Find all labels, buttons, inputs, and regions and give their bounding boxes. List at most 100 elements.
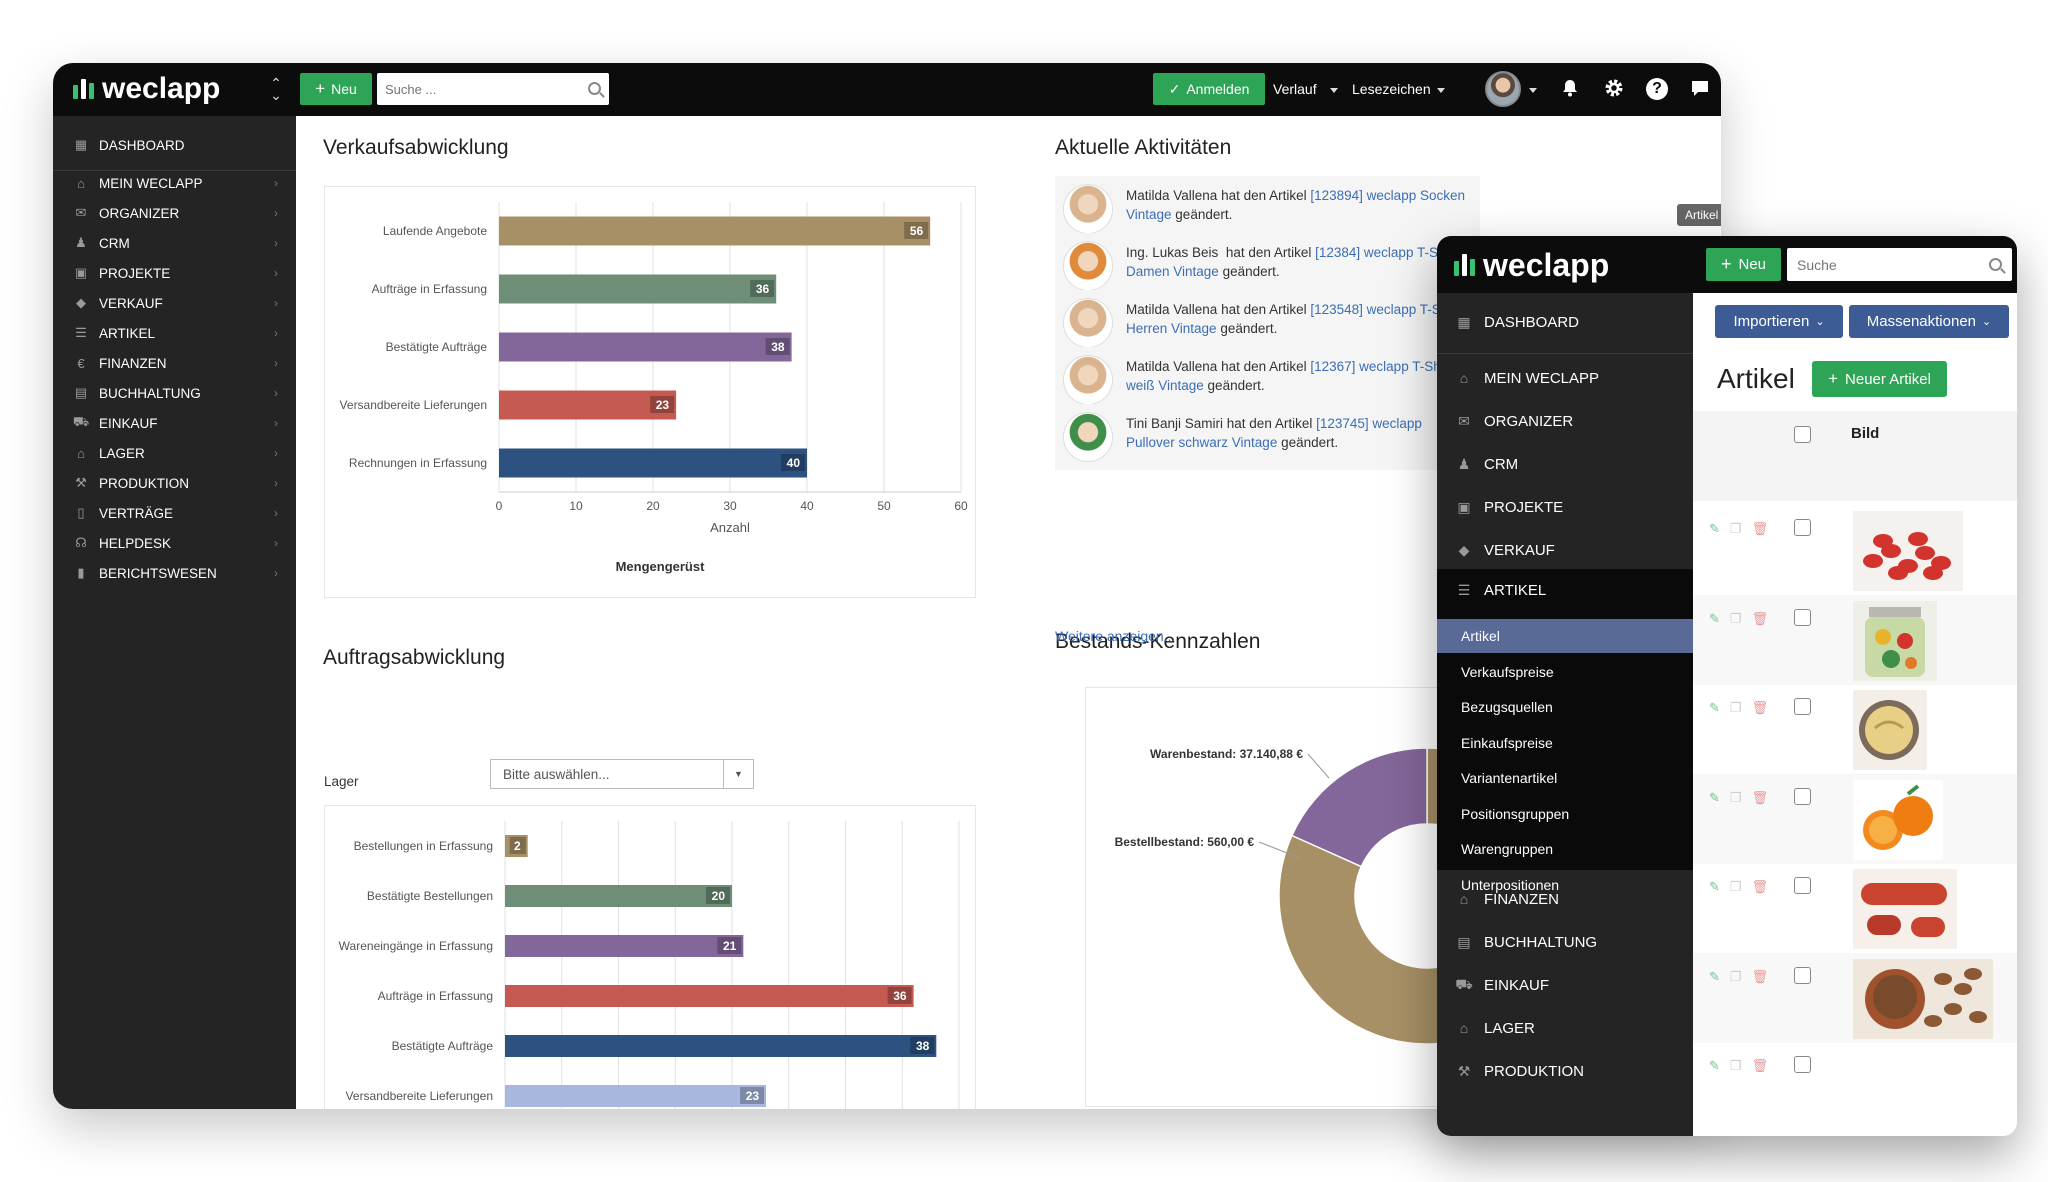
sidebar-item-bottom-5[interactable]: ⚒ PRODUKTION (1437, 1050, 1693, 1092)
edit-icon[interactable]: ✎ (1709, 969, 1720, 985)
edit-icon[interactable]: ✎ (1709, 1058, 1720, 1074)
trash-icon[interactable]: 🗑 (1752, 790, 1769, 806)
sidebar-item-bottom-1[interactable]: ⌂ FINANZEN (1437, 878, 1693, 920)
sidebar-item-11[interactable]: ⚒ PRODUKTION › (53, 468, 296, 498)
submenu-item[interactable]: Verkaufspreise (1437, 655, 1693, 689)
submenu-item[interactable]: Positionsgruppen (1437, 797, 1693, 831)
sidebar-item-2[interactable]: ✉ ORGANIZER › (53, 198, 296, 228)
trash-icon[interactable]: 🗑 (1752, 700, 1769, 716)
copy-icon[interactable]: ❐ (1730, 700, 1742, 716)
activity-avatar[interactable] (1063, 241, 1113, 291)
activity-avatar[interactable] (1063, 184, 1113, 234)
sidebar-item-2[interactable]: ✉ ORGANIZER (1437, 400, 1693, 442)
row-checkbox[interactable] (1794, 787, 1811, 805)
activity-avatar[interactable] (1063, 355, 1113, 405)
activity-avatar[interactable] (1063, 298, 1113, 348)
search-input[interactable] (1787, 248, 2012, 281)
new-article-button[interactable]: + Neuer Artikel (1812, 361, 1947, 397)
submenu-item[interactable]: Variantenartikel (1437, 761, 1693, 795)
login-button[interactable]: ✓ Anmelden (1153, 73, 1265, 105)
copy-icon[interactable]: ❐ (1730, 790, 1742, 806)
show-more-link[interactable]: Weitere anzeigen... (1055, 628, 1175, 644)
activity-avatar[interactable] (1063, 412, 1113, 462)
copy-icon[interactable]: ❐ (1730, 879, 1742, 895)
bar[interactable] (505, 1085, 767, 1107)
submenu-item[interactable]: Artikel (1437, 619, 1693, 653)
row-checkbox[interactable] (1794, 877, 1811, 894)
sidebar-item-8[interactable]: ▤ BUCHHALTUNG › (53, 378, 296, 408)
sidebar-item-10[interactable]: ⌂ LAGER › (53, 438, 296, 468)
edit-icon[interactable]: ✎ (1709, 521, 1720, 537)
trash-icon[interactable]: 🗑 (1752, 611, 1769, 627)
edit-icon[interactable]: ✎ (1709, 790, 1720, 806)
table-row[interactable]: ✎ ❐ 🗑 (1693, 952, 2017, 1043)
sidebar-item-bottom-3[interactable]: ⛟ EINKAUF (1437, 964, 1693, 1006)
help-icon[interactable]: ? (1646, 78, 1668, 100)
weclapp-logo[interactable]: weclapp (1454, 246, 1609, 284)
table-row[interactable]: ✎ ❐ 🗑 (1693, 594, 2017, 685)
submenu-item[interactable]: Warengruppen (1437, 832, 1693, 866)
bar[interactable] (505, 985, 914, 1007)
sidebar-item-artikel[interactable]: ☰ ARTIKEL (1437, 569, 1693, 611)
sidebar-item-1[interactable]: ⌂ MEIN WECLAPP (1437, 357, 1693, 399)
history-menu[interactable]: Verlauf (1273, 81, 1317, 97)
trash-icon[interactable]: 🗑 (1752, 879, 1769, 895)
row-checkbox[interactable] (1794, 519, 1811, 536)
sidebar-item-4[interactable]: ▣ PROJEKTE (1437, 486, 1693, 528)
gear-icon[interactable] (1603, 78, 1625, 100)
copy-icon[interactable]: ❐ (1730, 611, 1742, 627)
edit-icon[interactable]: ✎ (1709, 879, 1720, 895)
sidebar-item-13[interactable]: ☊ HELPDESK › (53, 528, 296, 558)
bar[interactable] (499, 216, 931, 246)
sidebar-item-4[interactable]: ▣ PROJEKTE › (53, 258, 296, 288)
chat-icon[interactable] (1689, 78, 1711, 100)
bar[interactable] (499, 390, 677, 420)
copy-icon[interactable]: ❐ (1730, 521, 1742, 537)
weclapp-logo[interactable]: weclapp (73, 71, 220, 107)
trash-icon[interactable]: 🗑 (1752, 1058, 1769, 1074)
select-all-checkbox[interactable] (1794, 426, 1811, 443)
sidebar-item-5[interactable]: ◆ VERKAUF › (53, 288, 296, 318)
sidebar-item-9[interactable]: ⛟ EINKAUF › (53, 408, 296, 438)
user-avatar[interactable] (1485, 71, 1521, 107)
new-button[interactable]: + Neu (1706, 248, 1781, 281)
row-checkbox[interactable] (1794, 698, 1811, 715)
copy-icon[interactable]: ❐ (1730, 969, 1742, 985)
bookmarks-menu[interactable]: Lesezeichen (1352, 81, 1431, 97)
sidebar-item-dashboard[interactable]: ▦ DASHBOARD (1437, 301, 1693, 343)
edit-icon[interactable]: ✎ (1709, 611, 1720, 627)
collapse-arrows-icon[interactable]: ⌃ ⌄ (269, 76, 283, 102)
sidebar-item-3[interactable]: ♟ CRM › (53, 228, 296, 258)
trash-icon[interactable]: 🗑 (1752, 521, 1769, 537)
bulk-actions-button[interactable]: Massenaktionen ⌄ (1849, 305, 2009, 338)
bar[interactable] (505, 1035, 937, 1057)
sidebar-item-14[interactable]: ▮ BERICHTSWESEN › (53, 558, 296, 588)
sidebar-item-bottom-4[interactable]: ⌂ LAGER (1437, 1007, 1693, 1049)
table-row[interactable]: ✎ ❐ 🗑 (1693, 505, 2017, 595)
table-row[interactable]: ✎ ❐ 🗑 (1693, 863, 2017, 953)
sidebar-item-bottom-2[interactable]: ▤ BUCHHALTUNG (1437, 921, 1693, 963)
table-row[interactable]: ✎ ❐ 🗑 (1693, 773, 2017, 864)
submenu-item[interactable]: Einkaufspreise (1437, 726, 1693, 760)
search-icon[interactable] (1989, 258, 2002, 271)
bar[interactable] (499, 448, 807, 478)
sidebar-item-7[interactable]: € FINANZEN › (53, 348, 296, 378)
trash-icon[interactable]: 🗑 (1752, 969, 1769, 985)
sidebar-item-1[interactable]: ⌂ MEIN WECLAPP › (53, 168, 296, 198)
row-checkbox[interactable] (1794, 608, 1811, 626)
search-icon[interactable] (588, 82, 601, 95)
table-row[interactable]: ✎ ❐ 🗑 (1693, 684, 2017, 774)
bar[interactable] (505, 935, 744, 957)
edit-icon[interactable]: ✎ (1709, 700, 1720, 716)
bar[interactable] (505, 885, 732, 907)
sidebar-item-5[interactable]: ◆ VERKAUF (1437, 529, 1693, 571)
table-row[interactable]: ✎ ❐ 🗑 (1693, 1042, 2017, 1132)
submenu-item[interactable]: Bezugsquellen (1437, 690, 1693, 724)
search-input[interactable] (377, 73, 609, 105)
copy-icon[interactable]: ❐ (1730, 1058, 1742, 1074)
bar[interactable] (499, 274, 777, 304)
row-checkbox[interactable] (1794, 1056, 1811, 1073)
bell-icon[interactable] (1559, 78, 1581, 100)
sidebar-item-6[interactable]: ☰ ARTIKEL › (53, 318, 296, 348)
new-button[interactable]: + Neu (300, 73, 372, 105)
